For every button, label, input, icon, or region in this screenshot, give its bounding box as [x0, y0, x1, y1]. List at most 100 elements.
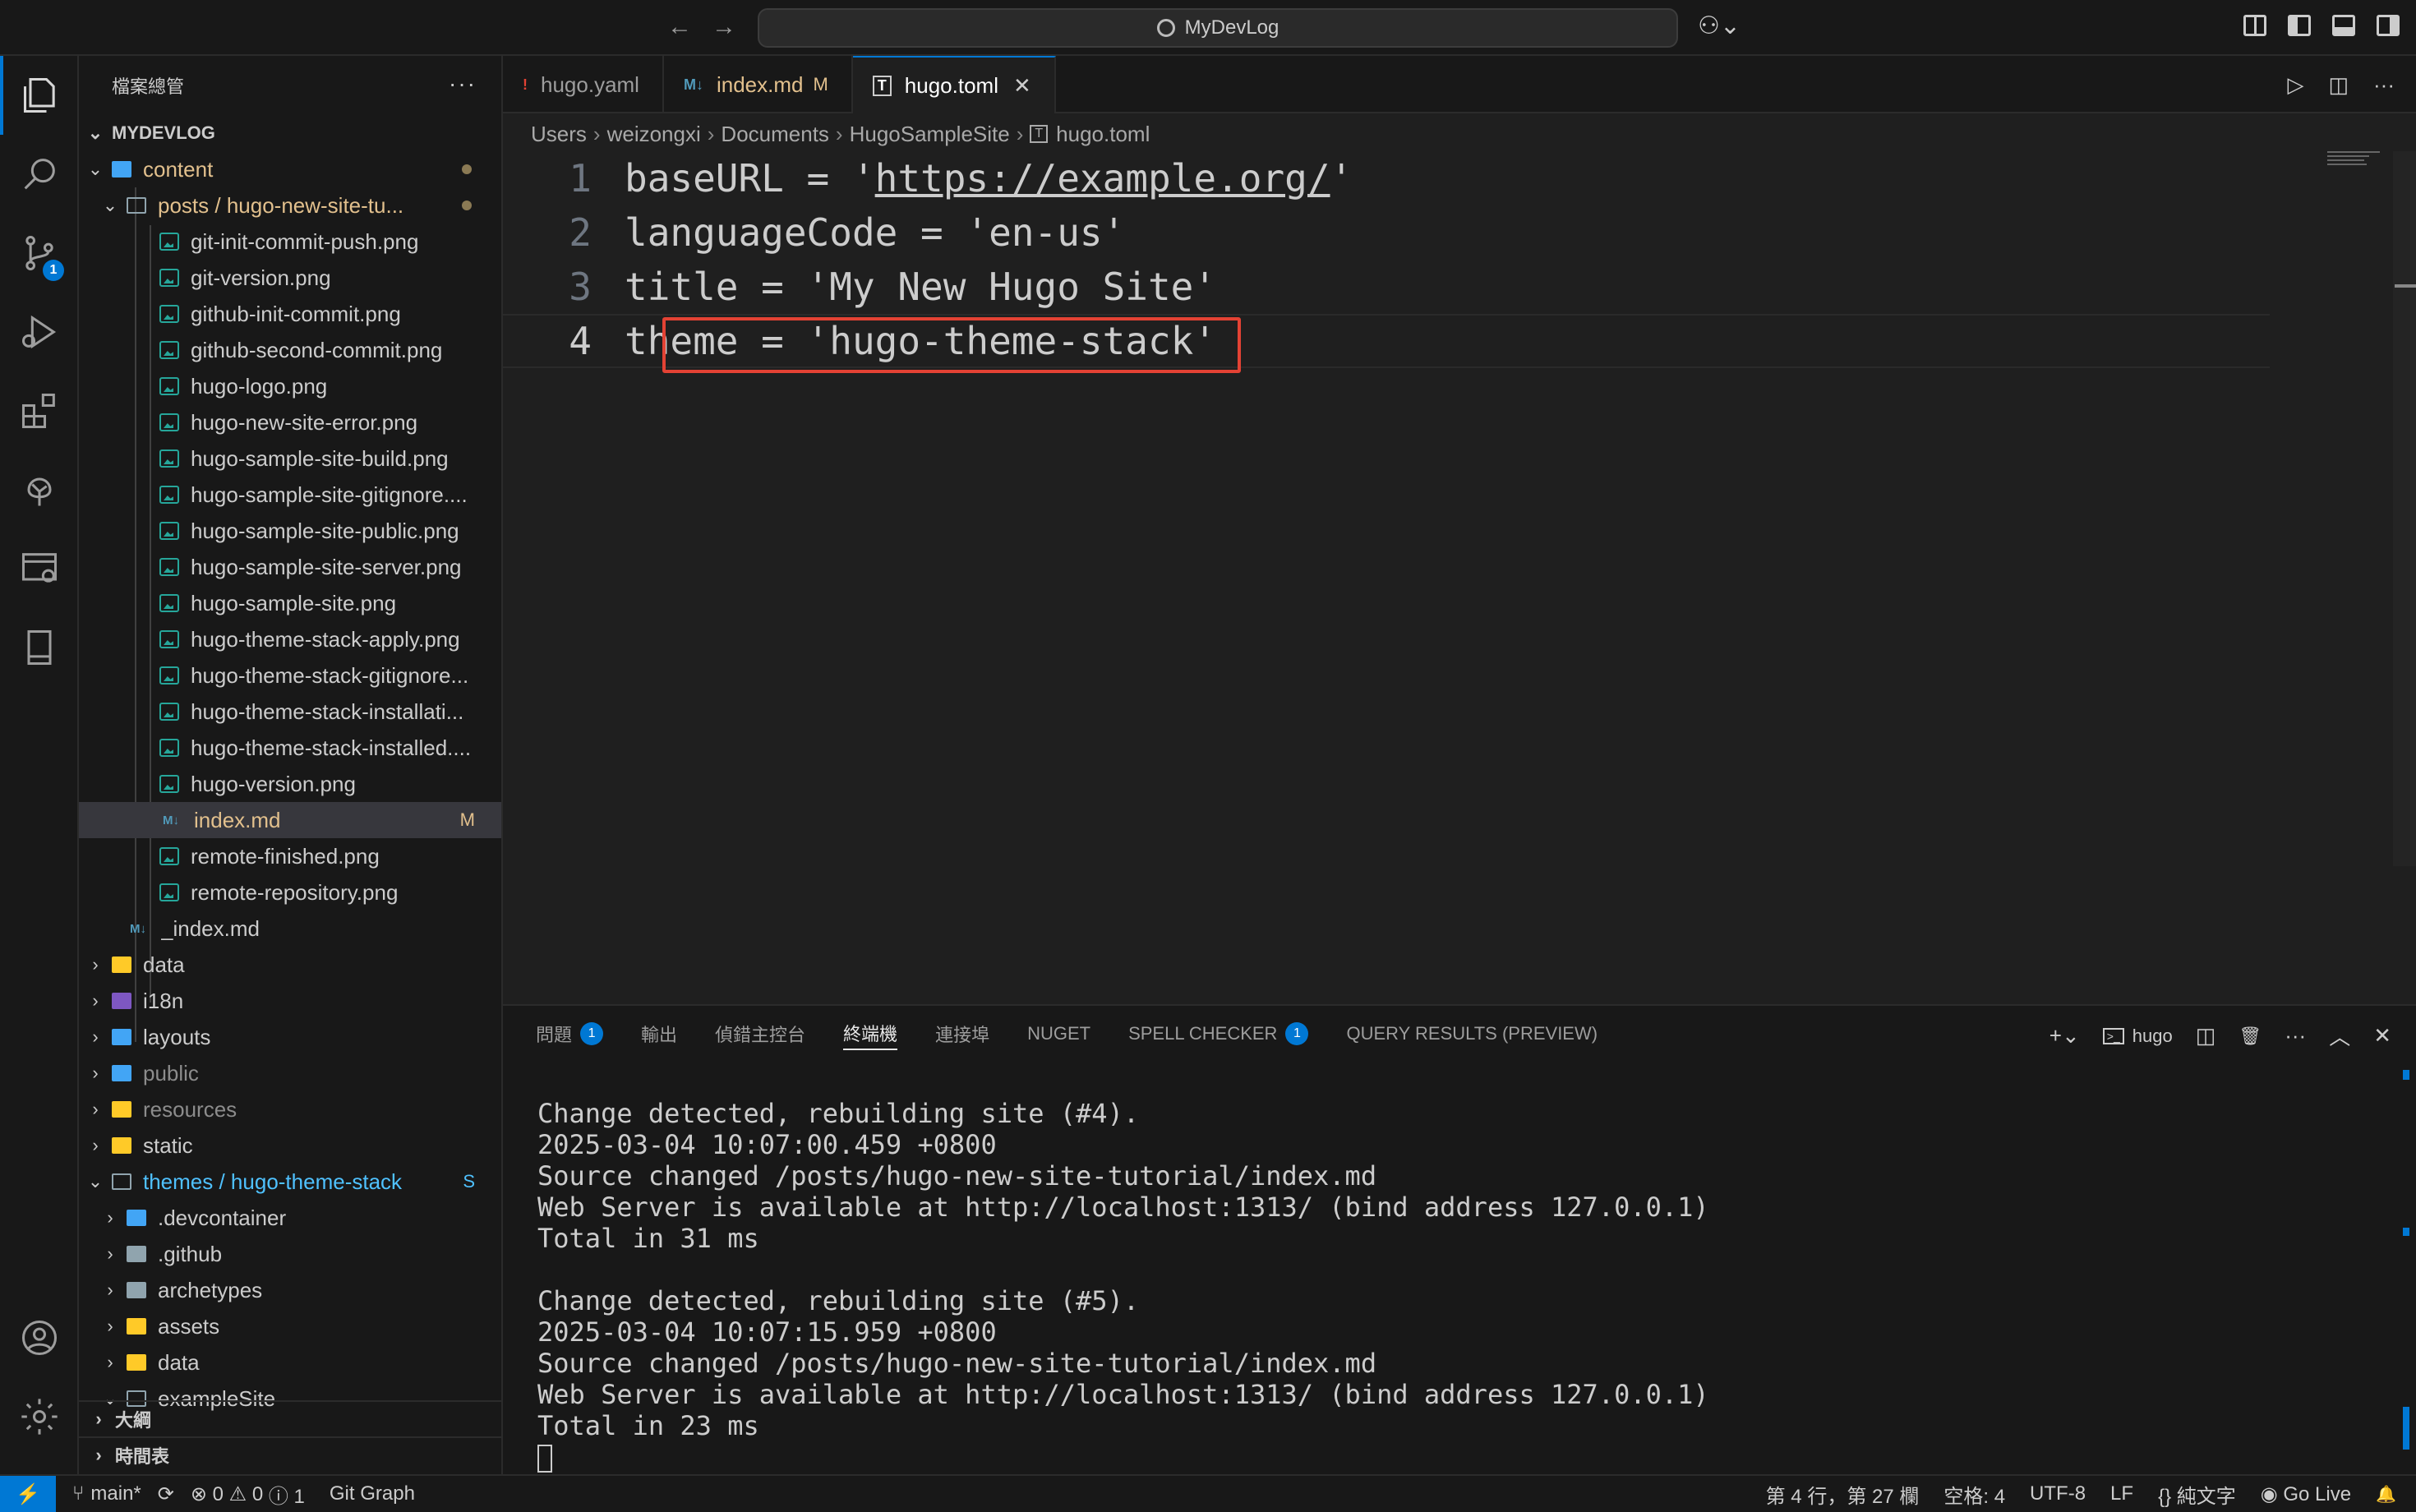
panel-tab[interactable]: 輸出 — [641, 1017, 677, 1050]
url-link[interactable]: https://example.org/ — [875, 156, 1330, 201]
forward-arrow-icon[interactable]: → — [712, 13, 736, 41]
split-terminal-icon[interactable]: ◫ — [2196, 1023, 2216, 1049]
code-editor[interactable]: 1 baseURL = 'https://example.org/' 2 lan… — [503, 151, 2416, 1003]
encoding[interactable]: UTF-8 — [2030, 1482, 2086, 1505]
maximize-panel-icon[interactable]: ︿ — [2329, 1021, 2350, 1051]
git-branch[interactable]: ⑂ main* — [72, 1482, 141, 1505]
tab-index-md[interactable]: M↓ index.md M — [664, 56, 853, 113]
panel-tab[interactable]: QUERY RESULTS (PREVIEW) — [1346, 1017, 1598, 1050]
more-icon[interactable]: ··· — [2285, 1023, 2306, 1049]
tree-file[interactable]: git-init-commit-push.png — [79, 224, 501, 260]
end-of-line[interactable]: LF — [2110, 1482, 2133, 1505]
tree-folder[interactable]: › layouts — [79, 1019, 501, 1055]
tree-file[interactable]: hugo-sample-site-public.png — [79, 513, 501, 549]
outline-section[interactable]: › 大綱 — [79, 1400, 501, 1436]
run-debug-icon[interactable] — [0, 293, 79, 371]
toggle-panel-icon[interactable] — [2332, 15, 2355, 36]
remote-explorer-icon[interactable] — [0, 529, 79, 608]
tree-file[interactable]: hugo-theme-stack-installed.... — [79, 730, 501, 766]
code-line[interactable]: 3 title = 'My New Hugo Site' — [503, 260, 2270, 314]
extensions-icon[interactable] — [0, 371, 79, 450]
breadcrumb-item[interactable]: Documents — [721, 122, 829, 147]
language-mode[interactable]: {} 純文字 — [2158, 1480, 2236, 1509]
tree-folder[interactable]: › .github — [79, 1236, 501, 1272]
tree-folder[interactable]: ⌄ posts / hugo-new-site-tu... — [79, 187, 501, 224]
panel-tab[interactable]: 偵錯主控台 — [715, 1017, 805, 1050]
tab-hugo-toml[interactable]: T hugo.toml ✕ — [852, 56, 1056, 113]
tree-folder[interactable]: › resources — [79, 1091, 501, 1127]
terminal-selector[interactable]: >_ hugo — [2102, 1026, 2173, 1047]
workspace-root[interactable]: ⌄ MYDEVLOG — [79, 115, 501, 151]
minimap[interactable] — [2327, 151, 2380, 168]
tree-folder[interactable]: › public — [79, 1055, 501, 1091]
explorer-icon[interactable] — [0, 56, 79, 135]
source-control-icon[interactable]: 1 — [0, 214, 79, 293]
close-panel-icon[interactable]: ✕ — [2373, 1023, 2391, 1049]
tree-folder[interactable]: ⌄ content — [79, 151, 501, 187]
tree-folder[interactable]: › i18n — [79, 983, 501, 1019]
terminal-output[interactable]: Change detected, rebuilding site (#4). 20… — [537, 1098, 1709, 1473]
breadcrumb-item[interactable]: hugo.toml — [1056, 122, 1150, 147]
tree-file[interactable]: git-version.png — [79, 260, 501, 296]
panel-tab[interactable]: 終端機 — [843, 1017, 898, 1050]
git-graph-button[interactable]: Git Graph — [330, 1482, 415, 1505]
tree-file[interactable]: github-init-commit.png — [79, 296, 501, 332]
book-icon[interactable] — [0, 608, 79, 687]
tree-folder[interactable]: ⌄ themes / hugo-theme-stack S — [79, 1164, 501, 1200]
trash-icon[interactable]: 🗑 — [2238, 1026, 2262, 1047]
tab-hugo-yaml[interactable]: ! hugo.yaml — [503, 56, 664, 113]
copilot-icon[interactable]: ⚇⌄ — [1698, 12, 1741, 40]
breadcrumb-item[interactable]: weizongxi — [607, 122, 701, 147]
tree-file[interactable]: hugo-new-site-error.png — [79, 404, 501, 440]
split-editor-icon[interactable]: ◫ — [2328, 72, 2349, 98]
tree-file[interactable]: github-second-commit.png — [79, 332, 501, 368]
tree-file[interactable]: hugo-sample-site-gitignore.... — [79, 477, 501, 513]
problems-status[interactable]: ⊗ 0 ⚠ 0 ⓘ 1 — [191, 1480, 305, 1509]
new-terminal-icon[interactable]: +⌄ — [2049, 1023, 2080, 1049]
tree-file[interactable]: M↓ _index.md — [79, 910, 501, 947]
run-icon[interactable]: ▷ — [2287, 72, 2303, 98]
indentation[interactable]: 空格: 4 — [1943, 1480, 2005, 1509]
toggle-primary-sidebar-icon[interactable] — [2288, 15, 2311, 36]
panel-tab[interactable]: 連接埠 — [935, 1017, 989, 1050]
cursor-position[interactable]: 第 4 行，第 27 欄 — [1766, 1480, 1920, 1509]
tree-folder[interactable]: › data — [79, 947, 501, 983]
tree-file[interactable]: hugo-sample-site-server.png — [79, 549, 501, 585]
back-arrow-icon[interactable]: ← — [667, 13, 692, 41]
panel-tab[interactable]: 問題 1 — [536, 1017, 604, 1050]
tree-folder[interactable]: › archetypes — [79, 1272, 501, 1308]
close-tab-icon[interactable]: ✕ — [1013, 73, 1031, 99]
tree-file[interactable]: hugo-version.png — [79, 766, 501, 802]
remote-indicator-icon[interactable]: ⚡ — [0, 1476, 56, 1512]
git-tree-icon[interactable] — [0, 450, 79, 529]
editor-scrollbar[interactable] — [2393, 151, 2416, 866]
search-icon[interactable] — [0, 135, 79, 214]
tree-file[interactable]: remote-finished.png — [79, 838, 501, 874]
tree-file[interactable]: hugo-sample-site.png — [79, 585, 501, 621]
timeline-section[interactable]: › 時間表 — [79, 1436, 501, 1473]
tree-file[interactable]: hugo-theme-stack-gitignore... — [79, 657, 501, 694]
code-line[interactable]: 2 languageCode = 'en-us' — [503, 205, 2270, 260]
tree-file[interactable]: remote-repository.png — [79, 874, 501, 910]
toggle-secondary-sidebar-icon[interactable] — [2377, 15, 2400, 36]
tree-folder[interactable]: › assets — [79, 1308, 501, 1344]
tree-file[interactable]: hugo-sample-site-build.png — [79, 440, 501, 477]
settings-gear-icon[interactable] — [0, 1377, 79, 1456]
code-line[interactable]: 1 baseURL = 'https://example.org/' — [503, 151, 2270, 205]
command-center-search[interactable]: MyDevLog — [758, 8, 1678, 48]
breadcrumb-item[interactable]: HugoSampleSite — [850, 122, 1010, 147]
tree-folder[interactable]: › data — [79, 1344, 501, 1381]
tree-folder[interactable]: › .devcontainer — [79, 1200, 501, 1236]
sync-icon[interactable]: ⟳ — [158, 1482, 174, 1506]
tree-file[interactable]: hugo-logo.png — [79, 368, 501, 404]
panel-tab[interactable]: SPELL CHECKER 1 — [1128, 1017, 1309, 1050]
notifications-bell-icon[interactable]: 🔔 — [2376, 1484, 2396, 1505]
tree-file[interactable]: M↓ index.md M — [79, 802, 501, 838]
more-actions-icon[interactable]: ··· — [2373, 72, 2395, 98]
tree-file[interactable]: hugo-theme-stack-apply.png — [79, 621, 501, 657]
tree-folder[interactable]: › static — [79, 1127, 501, 1164]
account-icon[interactable] — [0, 1298, 79, 1377]
explorer-more-icon[interactable]: ··· — [449, 71, 477, 97]
tree-file[interactable]: hugo-theme-stack-installati... — [79, 694, 501, 730]
breadcrumb-item[interactable]: Users — [531, 122, 587, 147]
